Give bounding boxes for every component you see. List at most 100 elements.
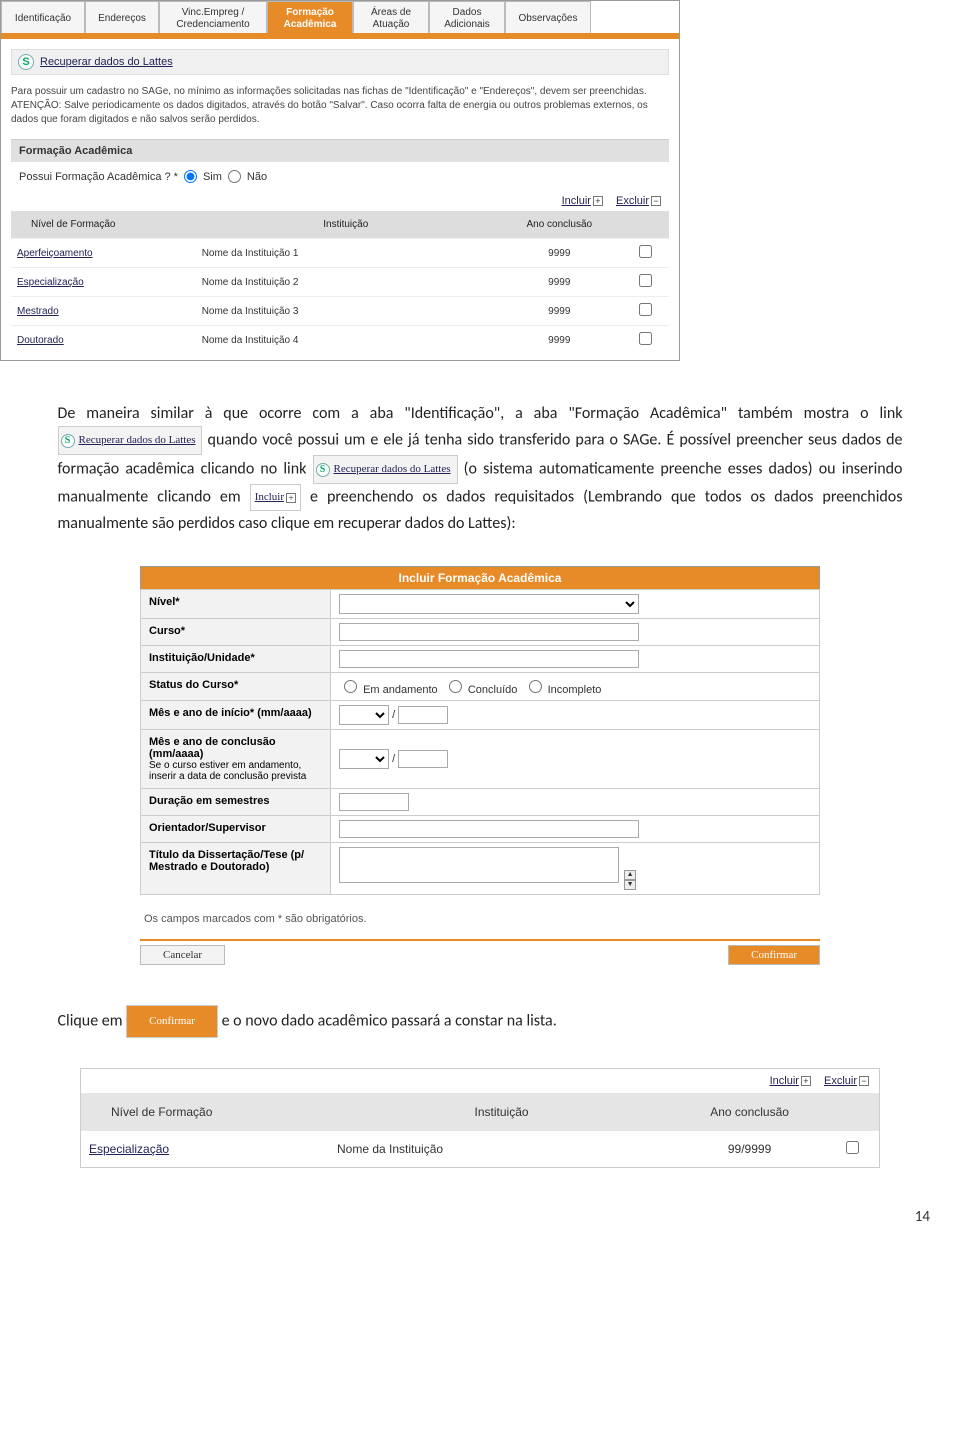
row-checkbox[interactable] [639,332,652,345]
mes-conclusao-select[interactable] [339,749,389,769]
field-label: Mês e ano de início* (mm/aaaa) [141,701,331,730]
status-incompleto-radio[interactable] [529,680,542,693]
cell: Nome da Instituição 4 [196,326,496,355]
plus-icon: + [593,196,603,206]
tab-dados-adicionais[interactable]: Dados Adicionais [429,1,505,33]
mes-inicio-select[interactable] [339,705,389,725]
screenshot-incluir-form: Incluir Formação Acadêmica Nível* Curso*… [140,566,820,965]
section-header: Formação Acadêmica [11,139,669,162]
instituicao-input[interactable] [339,650,639,668]
text: Mês e ano de conclusão (mm/aaaa) [149,736,276,760]
tab-enderecos[interactable]: Endereços [85,1,159,33]
radio-row: Possui Formação Acadêmica ? * Sim Não [11,162,669,191]
info-text: Para possuir um cadastro no SAGe, no mín… [11,85,669,127]
confirmar-button[interactable]: Confirmar [728,945,820,965]
ano-inicio-input[interactable] [398,706,448,724]
table-row: Especialização Nome da Instituição 2 999… [11,268,669,297]
result-table: Nível de Formação Instituição Ano conclu… [81,1093,879,1167]
recuperar-lattes-link[interactable]: Recuperar dados do Lattes [334,457,451,482]
table-row: Mestrado Nome da Instituição 3 9999 [11,297,669,326]
radio-sim-label: Sim [203,171,222,183]
tab-identificacao[interactable]: Identificação [1,1,85,33]
tab-label: Observações [519,13,578,25]
nivel-link[interactable]: Especialização [89,1142,169,1156]
field-label: Nível* [141,590,331,619]
recuperar-lattes-link[interactable]: Recuperar dados do Lattes [79,428,196,453]
spinner-up-icon[interactable]: ▲ [624,870,636,880]
row-checkbox[interactable] [639,274,652,287]
curso-input[interactable] [339,623,639,641]
col-header [825,1093,879,1131]
status-andamento-radio[interactable] [344,680,357,693]
incluir-link[interactable]: Incluir [562,195,591,207]
cell: 9999 [496,268,623,297]
ano-conclusao-input[interactable] [398,750,448,768]
nivel-link[interactable]: Mestrado [17,306,59,317]
incluir-link[interactable]: Incluir [255,485,284,510]
tab-label: Formação Acadêmica [272,7,348,31]
recuperar-lattes-row: S Recuperar dados do Lattes [11,49,669,75]
text: Se o curso estiver em andamento, inserir… [149,760,322,782]
orientador-input[interactable] [339,820,639,838]
screenshot-formacao-tab: Identificação Endereços Vinc.Empreg / Cr… [0,0,680,361]
cell: Nome da Instituição [329,1131,674,1167]
doc-paragraph-2: Clique em Confirmar e o novo dado acadêm… [58,1005,903,1038]
excluir-link[interactable]: Excluir [616,195,649,207]
textarea-spinner: ▲ ▼ [624,870,636,890]
cell: Nome da Instituição 3 [196,297,496,326]
duracao-input[interactable] [339,793,409,811]
tab-observacoes[interactable]: Observações [505,1,591,33]
plus-icon: + [286,493,296,503]
tab-areas[interactable]: Áreas de Atuação [353,1,429,33]
cancelar-button[interactable]: Cancelar [140,945,225,965]
tab-label: Endereços [98,13,146,25]
tab-label: Dados Adicionais [434,7,500,31]
field-label: Curso* [141,619,331,646]
lattes-icon: S [18,54,34,70]
cell: 9999 [496,239,623,268]
table-row: Doutorado Nome da Instituição 4 9999 [11,326,669,355]
nivel-link[interactable]: Aperfeiçoamento [17,248,93,259]
field-label: Mês e ano de conclusão (mm/aaaa) Se o cu… [141,730,331,789]
form-table: Nível* Curso* Instituição/Unidade* Statu… [140,589,820,895]
nivel-select[interactable] [339,594,639,614]
spinner-down-icon[interactable]: ▼ [624,880,636,890]
col-header: Nível de Formação [81,1093,329,1131]
radio-nao[interactable] [228,170,241,183]
field-label: Orientador/Supervisor [141,816,331,843]
field-label: Instituição/Unidade* [141,646,331,673]
button-row: Cancelar Confirmar [140,939,820,965]
col-header: Ano conclusão [674,1093,825,1131]
text: / [392,709,395,721]
col-header: Instituição [196,211,496,239]
nivel-link[interactable]: Especialização [17,277,84,288]
tab-formacao[interactable]: Formação Acadêmica [267,1,353,33]
radio-label: Incompleto [548,684,602,696]
tab-vinculo[interactable]: Vinc.Empreg / Credenciamento [159,1,267,33]
radio-label: Concluído [468,684,518,696]
recuperar-lattes-link[interactable]: Recuperar dados do Lattes [40,56,173,68]
required-note: Os campos marcados com * são obrigatório… [140,895,820,939]
tab-label: Vinc.Empreg / Credenciamento [164,7,262,31]
screenshot-result-table: Incluir+ Excluir− Nível de Formação Inst… [80,1068,880,1168]
plus-icon: + [801,1076,811,1086]
excluir-link[interactable]: Excluir [824,1075,857,1087]
form-title: Incluir Formação Acadêmica [140,566,820,589]
cell: 99/9999 [674,1131,825,1167]
table-actions: Incluir+ Excluir− [11,191,669,211]
col-header: Nível de Formação [11,211,196,239]
row-checkbox[interactable] [639,245,652,258]
table-row: Aperfeiçoamento Nome da Instituição 1 99… [11,239,669,268]
text: De maneira similar à que ocorre com a ab… [58,404,903,423]
incluir-link[interactable]: Incluir [770,1075,799,1087]
titulo-textarea[interactable] [339,847,619,883]
cell: Nome da Instituição 2 [196,268,496,297]
radio-question-label: Possui Formação Acadêmica ? * [19,171,178,183]
cell: 9999 [496,326,623,355]
radio-sim[interactable] [184,170,197,183]
row-checkbox[interactable] [639,303,652,316]
text: e o novo dado acadêmico passará a consta… [222,1011,557,1030]
nivel-link[interactable]: Doutorado [17,335,64,346]
status-concluido-radio[interactable] [449,680,462,693]
row-checkbox[interactable] [846,1141,859,1154]
